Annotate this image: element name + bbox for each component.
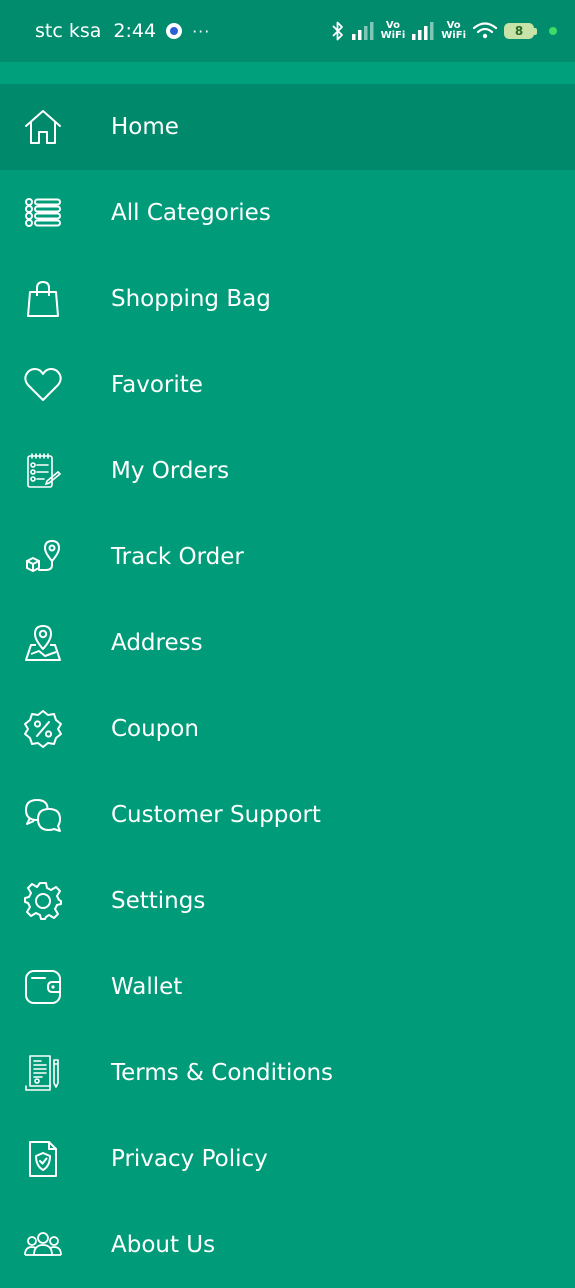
orders-clipboard-icon	[23, 451, 63, 491]
chat-bubbles-icon	[23, 795, 63, 835]
menu-label-favorite: Favorite	[111, 372, 203, 398]
menu-label-track-order: Track Order	[111, 544, 244, 570]
menu-label-settings: Settings	[111, 888, 206, 914]
bluetooth-icon	[331, 21, 343, 41]
vowifi-label-2: Vo WiFi	[441, 20, 466, 41]
menu-label-my-orders: My Orders	[111, 458, 230, 484]
navigation-menu: Home All Categories Shopping Bag Favorit…	[0, 84, 575, 1288]
battery-level: 8	[504, 23, 534, 39]
battery-tip	[534, 27, 537, 35]
menu-label-address: Address	[111, 630, 203, 656]
menu-label-all-categories: All Categories	[111, 200, 271, 226]
carrier-name: stc ksa	[35, 20, 102, 42]
menu-label-about-us: About Us	[111, 1232, 216, 1258]
messenger-icon	[166, 23, 183, 39]
menu-label-coupon: Coupon	[111, 716, 199, 742]
menu-item-privacy-policy[interactable]: Privacy Policy	[0, 1116, 575, 1202]
menu-item-wallet[interactable]: Wallet	[0, 944, 575, 1030]
menu-item-favorite[interactable]: Favorite	[0, 342, 575, 428]
menu-label-privacy-policy: Privacy Policy	[111, 1146, 268, 1172]
menu-label-terms-conditions: Terms & Conditions	[111, 1060, 334, 1086]
shield-document-icon	[23, 1139, 63, 1179]
map-pin-icon	[23, 623, 63, 663]
menu-label-wallet: Wallet	[111, 974, 183, 1000]
more-notifications-icon: ···	[192, 21, 211, 41]
menu-item-all-categories[interactable]: All Categories	[0, 170, 575, 256]
menu-item-terms-conditions[interactable]: Terms & Conditions	[0, 1030, 575, 1116]
menu-item-customer-support[interactable]: Customer Support	[0, 772, 575, 858]
battery-indicator: 8	[504, 23, 537, 39]
document-pen-icon	[23, 1053, 63, 1093]
status-left: stc ksa 2:44 ···	[35, 20, 210, 42]
track-location-icon	[23, 537, 63, 577]
gear-icon	[23, 881, 63, 921]
menu-item-track-order[interactable]: Track Order	[0, 514, 575, 600]
shopping-bag-icon	[23, 279, 63, 319]
discount-badge-icon	[23, 709, 63, 749]
people-group-icon	[23, 1225, 63, 1265]
home-icon	[23, 107, 63, 147]
signal-bars-icon	[351, 22, 374, 40]
wallet-icon	[23, 967, 63, 1007]
vowifi-label: Vo WiFi	[380, 20, 406, 41]
menu-label-customer-support: Customer Support	[111, 802, 321, 828]
status-time: 2:44	[113, 20, 157, 42]
menu-item-home[interactable]: Home	[0, 84, 575, 170]
menu-item-about-us[interactable]: About Us	[0, 1202, 575, 1288]
heart-icon	[23, 365, 63, 405]
list-icon	[23, 193, 63, 233]
menu-item-coupon[interactable]: Coupon	[0, 686, 575, 772]
menu-item-shopping-bag[interactable]: Shopping Bag	[0, 256, 575, 342]
status-bar: stc ksa 2:44 ··· Vo WiFi Vo WiFi 8	[0, 0, 575, 62]
menu-item-settings[interactable]: Settings	[0, 858, 575, 944]
menu-label-home: Home	[111, 114, 179, 140]
privacy-dot-icon	[549, 27, 557, 35]
menu-item-address[interactable]: Address	[0, 600, 575, 686]
status-right: Vo WiFi Vo WiFi 8	[325, 20, 557, 42]
wifi-icon	[472, 22, 498, 39]
menu-label-shopping-bag: Shopping Bag	[111, 286, 271, 312]
signal-bars-icon-2	[412, 22, 434, 40]
drawer-top-strip	[0, 62, 575, 84]
menu-item-my-orders[interactable]: My Orders	[0, 428, 575, 514]
